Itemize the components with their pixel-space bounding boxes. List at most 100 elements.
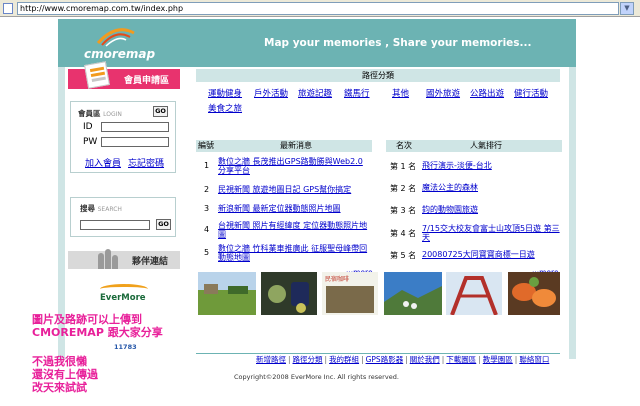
ranking-position: 第 4 名 [390,229,417,238]
footer-link-download[interactable]: 下載園區 [446,355,476,364]
partner-links-banner[interactable]: 夥伴連結 [68,249,180,269]
route-category-link[interactable]: 其他 [392,87,409,99]
ranking-item-link[interactable]: 20080725大同寶寶商標一日遊 [422,250,562,259]
popular-ranking-panel: 名次 人氣排行 第 1 名 飛行演示-淡便-台北 第 2 名 魔法公主的森林 第… [386,140,562,280]
site-header: cmoremap Map your memories , Share your … [58,19,576,67]
ranking-position: 第 3 名 [390,206,417,215]
password-field[interactable] [101,137,169,147]
ranking-item-link[interactable]: 魔法公主的森林 [422,183,562,192]
news-item-link[interactable]: 民視新聞 旅遊地圖日記 GPS幫你搞定 [218,185,370,194]
forgot-password-link[interactable]: 忘記密碼 [128,156,164,169]
footer-separator: | [288,355,291,364]
address-bar: http://www.cmoremap.com.tw/index.php ▼ [0,0,640,17]
ranking-item-link[interactable]: 飛行演示-淡便-台北 [422,161,562,170]
cafe-image [326,286,374,313]
photo-caption: 民宿咖啡 [325,276,350,283]
people-icon [98,247,118,269]
pw-label: PW [83,137,98,147]
photo-thumbnail-gadgets[interactable] [261,272,317,315]
route-categories-panel: 路徑分類 運動健身 戶外活動 旅遊記趣 鐵馬行 其他 國外旅遊 公路出遊 健行活… [196,69,560,127]
footer-separator: | [361,355,364,364]
url-input[interactable]: http://www.cmoremap.com.tw/index.php [17,2,619,15]
news-num: 4 [204,225,210,234]
ranking-col-rank: 名次 [396,141,412,150]
route-category-link[interactable]: 鐵馬行 [344,87,370,99]
photo-thumbnail-food[interactable] [508,272,560,315]
latest-news-panel: 編號 最新消息 1 數位之牆 長茂推出GPS路動勝與Web2.0分享平台 2 民… [196,140,373,280]
login-title: 會員區 LOGIN [78,108,122,119]
search-input[interactable] [80,220,150,230]
news-col-num: 編號 [198,141,214,150]
footer-link-contact[interactable]: 聯絡窗口 [519,355,549,364]
ranking-col-title: 人氣排行 [470,141,502,150]
footer-link-about[interactable]: 關於我們 [410,355,440,364]
footer-link-gps[interactable]: GPS路影器 [366,355,404,364]
footer-link-add-route[interactable]: 新增路徑 [256,355,286,364]
route-category-link[interactable]: 公路出遊 [470,87,504,99]
news-col-title: 最新消息 [280,141,312,150]
photo-thumbnail-gate[interactable] [446,272,502,315]
footer-separator: | [514,355,518,364]
route-category-link[interactable]: 美食之旅 [208,102,242,114]
note-line-5: 改天來試試 [32,381,87,394]
news-num: 5 [204,248,210,257]
footer-separator: | [324,355,328,364]
evermore-name: EverMore [100,293,146,303]
site-logo[interactable]: cmoremap [80,23,156,63]
member-apply-banner[interactable]: 會員申請區 [68,61,180,89]
note-line-2: CMOREMAP 跟大家分享 [32,326,163,339]
route-category-link[interactable]: 健行活動 [514,87,548,99]
photo-thumbnail-countryside[interactable] [198,272,256,315]
logo-swoosh-icon [96,28,135,47]
route-category-link[interactable]: 國外旅遊 [426,87,460,99]
logo-text: cmoremap [84,47,156,61]
news-item-link[interactable]: 新浪新聞 最新定位器動態照片地圖 [218,204,370,213]
copyright-text: Copyright©2008 EverMore Inc. All rights … [234,373,399,381]
note-lazy: 不過我很懶 還沒有上傳過 改天來試試 [32,355,98,394]
chevron-down-icon[interactable]: ▼ [620,2,634,15]
route-categories-title: 路徑分類 [196,69,560,82]
note-line-1: 圖片及路跡可以上傳到 [32,313,142,326]
site-tagline: Map your memories , Share your memories.… [264,37,532,49]
ranking-header: 名次 人氣排行 [386,140,562,152]
news-num: 3 [204,204,210,213]
route-category-link[interactable]: 運動健身 [208,87,242,99]
footer-link-categories[interactable]: 路徑分類 [293,355,323,364]
page-icon [3,3,13,14]
note-upload: 圖片及路跡可以上傳到 CMOREMAP 跟大家分享 [32,313,163,339]
footer-link-groups[interactable]: 我的群組 [329,355,359,364]
notepad-icon [84,61,110,89]
route-category-link[interactable]: 戶外活動 [254,87,288,99]
id-field[interactable] [101,122,169,132]
footer-separator: | [478,355,481,364]
search-title-text: 搜尋 [80,204,95,213]
footer-separator: | [441,355,445,364]
note-line-3: 不過我很懶 [32,355,87,368]
search-panel: 搜尋 SEARCH GO [70,197,176,237]
ranking-position: 第 5 名 [390,251,417,260]
photo-thumbnail-cafe[interactable]: 民宿咖啡 [322,272,378,315]
login-title-en: LOGIN [103,111,122,118]
ranking-item-link[interactable]: 7/15交大校友會富士山攻頂5日遊 第三天 [422,224,562,242]
footer-nav: 新增路徑 | 路徑分類 | 我的群組 | GPS路影器 | 關於我們 | 下載園區 | 教學園區 | 聯絡窗… [256,354,549,365]
partner-links-label: 夥伴連結 [132,257,169,267]
search-title-en: SEARCH [97,206,122,213]
photo-thumbnail-mountain[interactable] [384,272,442,315]
news-header: 編號 最新消息 [196,140,372,152]
news-item-link[interactable]: 數位之牆 長茂推出GPS路動勝與Web2.0分享平台 [218,157,370,175]
news-item-link[interactable]: 數位之牆 竹科業車推廣此 征服聖母峰帶回動態地圖 [218,244,370,262]
news-item-link[interactable]: 台視新聞 照片有經緯度 定位器動態照片地圖 [218,221,370,239]
search-go-button[interactable]: GO [156,219,171,230]
search-title: 搜尋 SEARCH [80,203,122,214]
footer-link-tutorial[interactable]: 教學園區 [483,355,513,364]
login-go-button[interactable]: GO [153,106,168,117]
id-label: ID [83,122,93,132]
news-num: 2 [204,185,210,194]
login-title-text: 會員區 [78,109,101,118]
visitor-counter: 11783 [114,343,137,351]
join-member-link[interactable]: 加入會員 [85,156,121,169]
web-page: cmoremap Map your memories , Share your … [0,17,640,406]
news-num: 1 [204,161,210,170]
route-category-link[interactable]: 旅遊記趣 [298,87,332,99]
ranking-item-link[interactable]: 鈞的動物園旅遊 [422,205,562,214]
